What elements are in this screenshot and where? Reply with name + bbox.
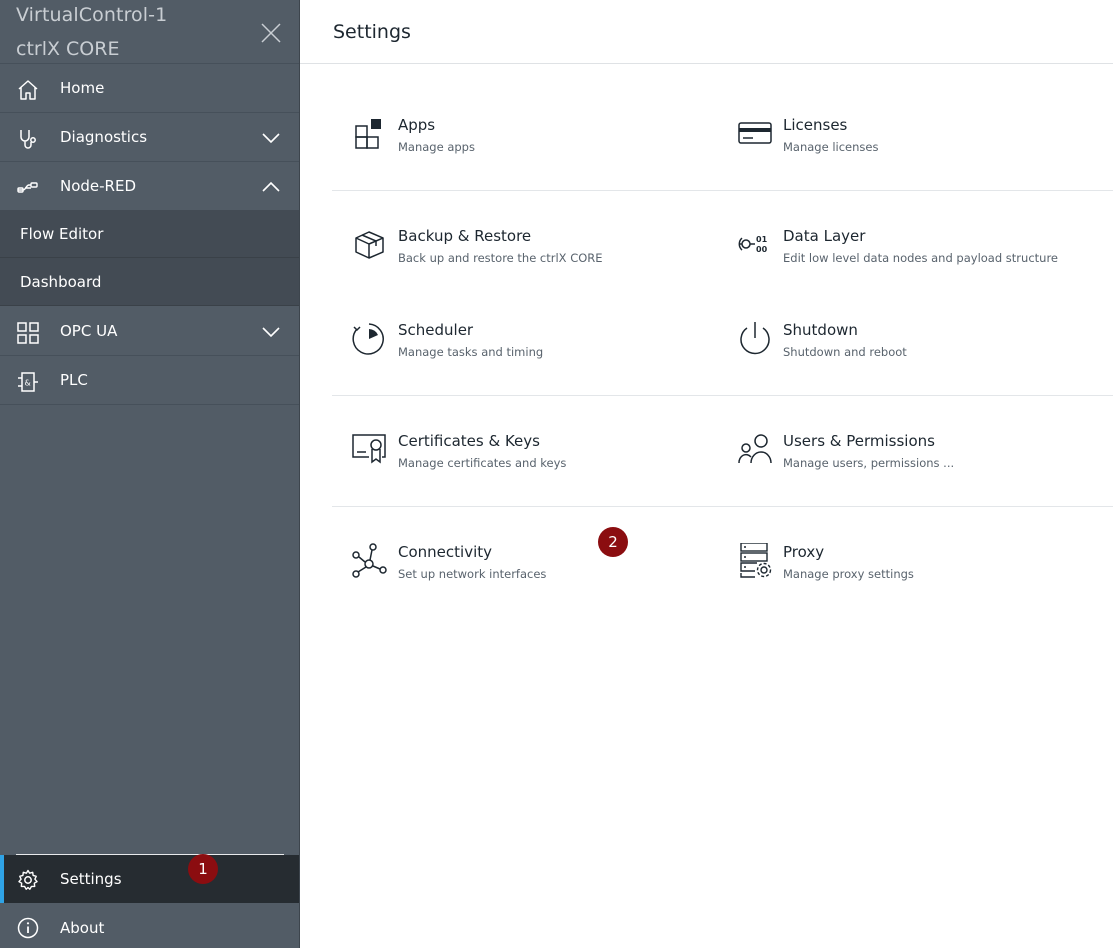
sidebar-item-label: Diagnostics <box>60 128 148 146</box>
page-title: Settings <box>333 21 411 43</box>
proxy-icon <box>740 543 772 578</box>
info-icon <box>17 917 39 939</box>
step-badge-1: 1 <box>188 854 218 884</box>
sidebar-item-label: Settings <box>60 870 122 888</box>
card-title: Connectivity <box>398 543 492 561</box>
home-icon <box>18 80 38 100</box>
settings-card-scheduler[interactable]: Scheduler Manage tasks and timing <box>352 321 722 381</box>
divider <box>332 395 1113 396</box>
device-name: VirtualControl-1 <box>16 4 168 26</box>
sidebar-item-label: PLC <box>60 371 88 389</box>
sidebar-subitem-label: Dashboard <box>20 273 102 291</box>
card-title: Certificates & Keys <box>398 432 540 450</box>
card-title: Licenses <box>783 116 848 134</box>
plc-icon: & <box>18 372 38 392</box>
card-subtitle: Manage certificates and keys <box>398 456 567 470</box>
divider <box>332 190 1113 191</box>
sidebar-item-label: Node-RED <box>60 177 137 195</box>
card-subtitle: Back up and restore the ctrlX CORE <box>398 251 603 265</box>
product-name: ctrlX CORE <box>16 38 120 60</box>
node-red-icon <box>17 182 38 193</box>
settings-card-connectivity[interactable]: Connectivity Set up network interfaces <box>352 543 722 603</box>
box-icon <box>355 231 384 259</box>
gear-icon <box>18 869 38 890</box>
page-header: Settings <box>300 0 1113 64</box>
sidebar-item-about[interactable]: About <box>0 904 299 948</box>
chevron-down-icon[interactable] <box>260 129 282 147</box>
card-subtitle: Manage tasks and timing <box>398 345 544 359</box>
card-subtitle: Shutdown and reboot <box>783 345 907 359</box>
sidebar-item-node-red[interactable]: Node-RED <box>0 162 299 211</box>
active-indicator <box>0 855 4 903</box>
users-icon <box>738 434 772 464</box>
card-subtitle: Manage licenses <box>783 140 879 154</box>
settings-card-certificates-keys[interactable]: Certificates & Keys Manage certificates … <box>352 432 722 492</box>
svg-text:&: & <box>25 379 31 388</box>
scheduler-icon <box>352 323 384 355</box>
card-subtitle: Edit low level data nodes and payload st… <box>783 251 1058 265</box>
apps-icon <box>355 119 381 149</box>
data-layer-icon: 01 00 <box>738 235 768 254</box>
settings-card-shutdown[interactable]: Shutdown Shutdown and reboot <box>737 321 1107 381</box>
chevron-down-icon[interactable] <box>260 323 282 341</box>
sidebar-subitem-flow-editor[interactable]: Flow Editor <box>0 210 299 258</box>
grid-icon <box>17 322 39 344</box>
settings-card-backup-restore[interactable]: Backup & Restore Back up and restore the… <box>352 227 722 287</box>
settings-card-proxy[interactable]: Proxy Manage proxy settings <box>737 543 1107 603</box>
certificate-icon <box>352 434 386 464</box>
svg-text:01: 01 <box>756 235 768 244</box>
card-title: Apps <box>398 116 436 134</box>
card-title: Scheduler <box>398 321 474 339</box>
brand: VirtualControl-1 ctrlX CORE <box>0 0 299 64</box>
card-subtitle: Set up network interfaces <box>398 567 547 581</box>
sidebar-item-home[interactable]: Home <box>0 64 299 113</box>
sidebar-item-label: Home <box>60 79 105 97</box>
settings-card-licenses[interactable]: Licenses Manage licenses <box>737 116 1107 176</box>
card-title: Shutdown <box>783 321 858 339</box>
sidebar-item-label: About <box>60 919 105 937</box>
card-title: Data Layer <box>783 227 866 245</box>
card-title: Users & Permissions <box>783 432 935 450</box>
card-subtitle: Manage apps <box>398 140 475 154</box>
sidebar-item-plc[interactable]: & PLC <box>0 356 299 405</box>
step-badge-2: 2 <box>598 527 628 557</box>
sidebar: VirtualControl-1 ctrlX CORE Home Diagnos… <box>0 0 300 948</box>
sidebar-item-settings[interactable]: Settings <box>0 855 299 903</box>
card-title: Backup & Restore <box>398 227 532 245</box>
settings-card-users-permissions[interactable]: Users & Permissions Manage users, permis… <box>737 432 1107 492</box>
settings-card-apps[interactable]: Apps Manage apps <box>352 116 722 176</box>
power-icon <box>740 322 770 355</box>
chevron-up-icon[interactable] <box>260 178 282 196</box>
sidebar-item-label: OPC UA <box>60 322 118 340</box>
card-subtitle: Manage proxy settings <box>783 567 914 581</box>
sidebar-item-diagnostics[interactable]: Diagnostics <box>0 113 299 162</box>
divider <box>332 506 1113 507</box>
close-icon[interactable] <box>256 18 286 48</box>
settings-card-data-layer[interactable]: 01 00 Data Layer Edit low level data nod… <box>737 227 1107 287</box>
card-title: Proxy <box>783 543 825 561</box>
sidebar-subitem-label: Flow Editor <box>20 225 104 243</box>
sidebar-subitem-dashboard[interactable]: Dashboard <box>0 258 299 306</box>
svg-text:00: 00 <box>756 245 768 254</box>
sidebar-item-opc-ua[interactable]: OPC UA <box>0 307 299 356</box>
network-icon <box>352 543 387 578</box>
license-card-icon <box>738 122 772 144</box>
card-subtitle: Manage users, permissions ... <box>783 456 955 470</box>
stethoscope-icon <box>20 130 36 149</box>
